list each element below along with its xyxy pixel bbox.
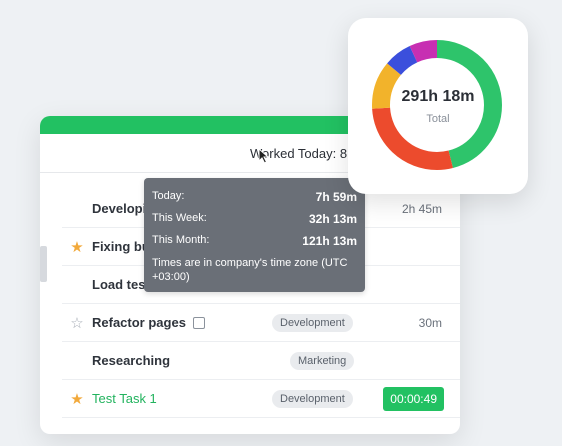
task-tag: Marketing [290, 351, 355, 370]
external-link-icon[interactable] [192, 316, 205, 329]
task-row-6[interactable]: ★ Test Task 1 Development 00:00:49 [62, 380, 460, 418]
time-summary-tooltip: Today: 7h 59m This Week: 32h 13m This Mo… [144, 178, 365, 292]
tooltip-week-label: This Week: [152, 212, 207, 224]
task-name[interactable]: Refactor pages [92, 315, 186, 330]
task-time: 2h 45m [401, 201, 442, 216]
running-timer[interactable]: 00:00:49 [383, 386, 444, 411]
star-icon[interactable]: ★ [62, 238, 92, 256]
donut-total-label: Total [426, 113, 450, 125]
task-name[interactable]: Researching [92, 353, 170, 368]
task-tag: Development [272, 389, 353, 408]
tooltip-week: This Week: 32h 13m [152, 212, 357, 226]
task-time: 30m [418, 315, 442, 330]
task-name[interactable]: Test Task 1 [92, 391, 157, 406]
task-name[interactable]: Fixing bu [92, 239, 150, 254]
tooltip-today: Today: 7h 59m [152, 190, 357, 204]
total-time-card: 291h 18m Total [348, 18, 528, 194]
donut-total-value: 291h 18m [401, 88, 475, 105]
star-outline-icon[interactable]: ☆ [62, 314, 92, 332]
tooltip-timezone-note: Times are in company's time zone (UTC +0… [152, 257, 348, 283]
tooltip-month-value: 121h 13m [302, 234, 357, 248]
task-row-5[interactable]: Researching Marketing [62, 342, 460, 380]
mouse-cursor-icon [258, 148, 270, 164]
tooltip-month: This Month: 121h 13m [152, 234, 357, 248]
tooltip-today-label: Today: [152, 190, 185, 202]
task-name[interactable]: Load tes [92, 277, 145, 292]
task-tag: Development [272, 313, 353, 332]
task-name[interactable]: Developi [92, 201, 146, 216]
scroll-handle[interactable] [40, 246, 47, 282]
donut-chart [372, 40, 502, 170]
task-row-4[interactable]: ☆ Refactor pages Development 30m [62, 304, 460, 342]
star-icon[interactable]: ★ [62, 390, 92, 408]
tooltip-week-value: 32h 13m [308, 212, 357, 226]
tooltip-month-label: This Month: [152, 234, 210, 246]
